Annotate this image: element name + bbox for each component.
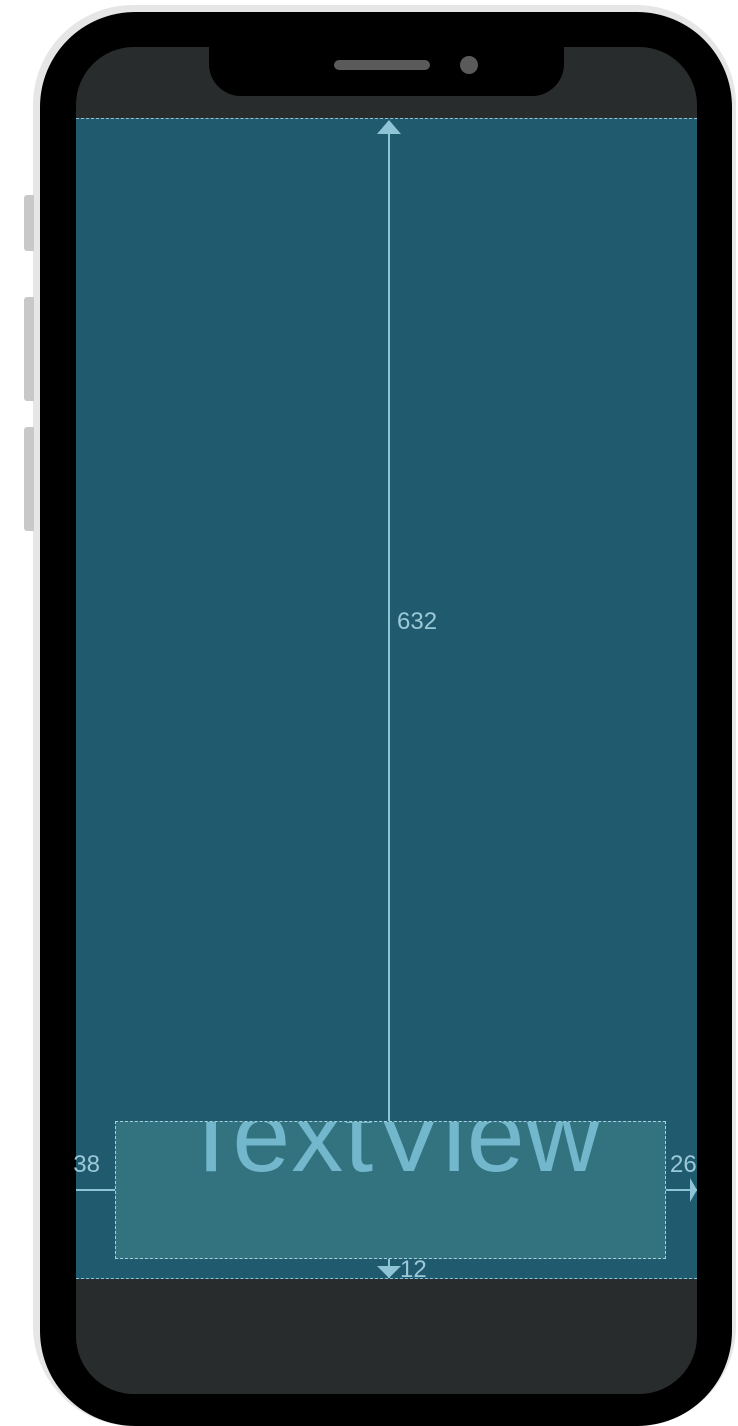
- bottom-constraint-arrow-icon: [377, 1266, 401, 1278]
- top-constraint-arrow-icon: [377, 120, 401, 134]
- end-margin-label: 26: [670, 1151, 697, 1178]
- end-constraint-arrow-icon: [690, 1178, 697, 1202]
- bottom-margin-label: 12: [400, 1256, 427, 1278]
- textview-text: TextView: [179, 1121, 602, 1194]
- top-margin-label: 632: [397, 608, 438, 635]
- textview-widget[interactable]: TextView: [115, 1121, 666, 1259]
- start-margin-label: 38: [73, 1151, 100, 1178]
